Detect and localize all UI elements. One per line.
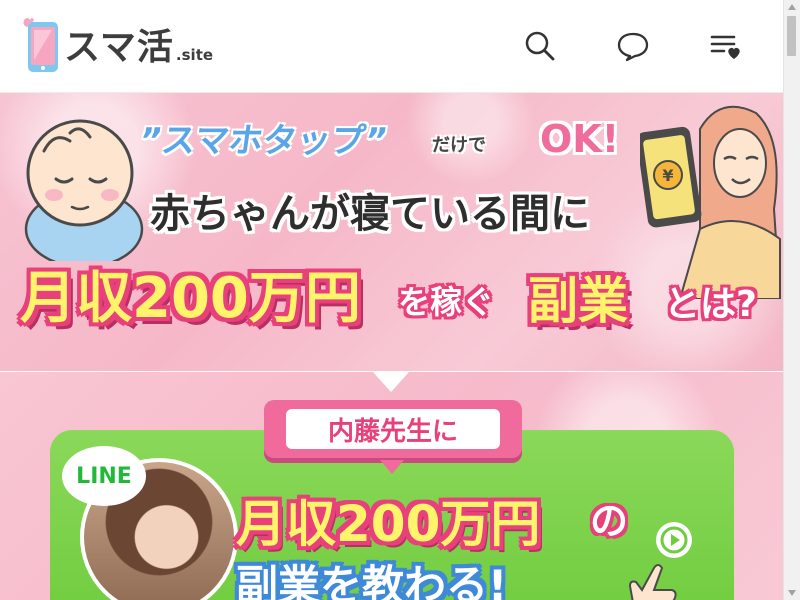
down-arrow-icon [373,372,409,392]
teacher-tag-label: 内藤先生に [286,409,500,449]
hero-earn-text: を稼ぐ [398,283,495,321]
hero-tagline-suffix: だけで [432,135,486,156]
play-icon [660,526,688,554]
hero-income-text: 月収200万円 [20,266,361,331]
site-logo[interactable]: スマ活 .site [18,14,214,72]
svg-text:¥: ¥ [662,166,673,185]
hero-ok-text: OK! [540,117,620,161]
line-badge: LINE [62,446,146,506]
search-icon [525,31,555,61]
hero-question-text: とは? [664,284,757,325]
hero-side-job-text: 副業 [528,272,628,330]
scrollbar-thumb[interactable] [787,16,796,56]
hero-subheading: 赤ちゃんが寝ている間に [150,191,590,237]
chat-button[interactable] [613,26,653,66]
favorite-list-icon [710,35,740,59]
hero-tagline: ”スマホタップ” [136,121,390,161]
cta-teach-text: 副業を教わる! [236,561,508,600]
search-button[interactable] [520,26,560,66]
logo-suffix: .site [175,46,214,64]
hero-banner[interactable]: ¥ ”スマホタップ” だけで OK! 赤ちゃんが寝ている間に 月収200万円 を… [0,93,784,371]
vertical-scrollbar[interactable] [783,0,800,600]
logo-text: スマ活 [64,27,174,68]
teacher-tag: 内藤先生に [264,400,522,458]
page: スマ活 .site ¥ ”スマホタップ” だけで OK! 赤ちゃんが寝ている間に… [0,0,800,600]
play-button[interactable] [656,522,692,558]
scroll-down-arrow-icon[interactable] [784,586,800,600]
chat-icon [617,32,649,62]
tag-pointer-icon [380,460,404,474]
woman-with-phone-illustration: ¥ [640,105,782,299]
line-cta-banner[interactable]: 内藤先生に LINE 月収200万円 の 副業を教わる! [0,372,784,600]
smartphone-logo-icon [18,14,58,72]
cta-income-text: 月収200万円 [236,495,541,553]
scroll-up-arrow-icon[interactable] [784,0,800,14]
cta-no-text: の [590,499,629,543]
pointing-hand-icon [628,564,677,600]
site-header: スマ活 .site [0,0,784,93]
favorites-menu-button[interactable] [706,26,746,66]
